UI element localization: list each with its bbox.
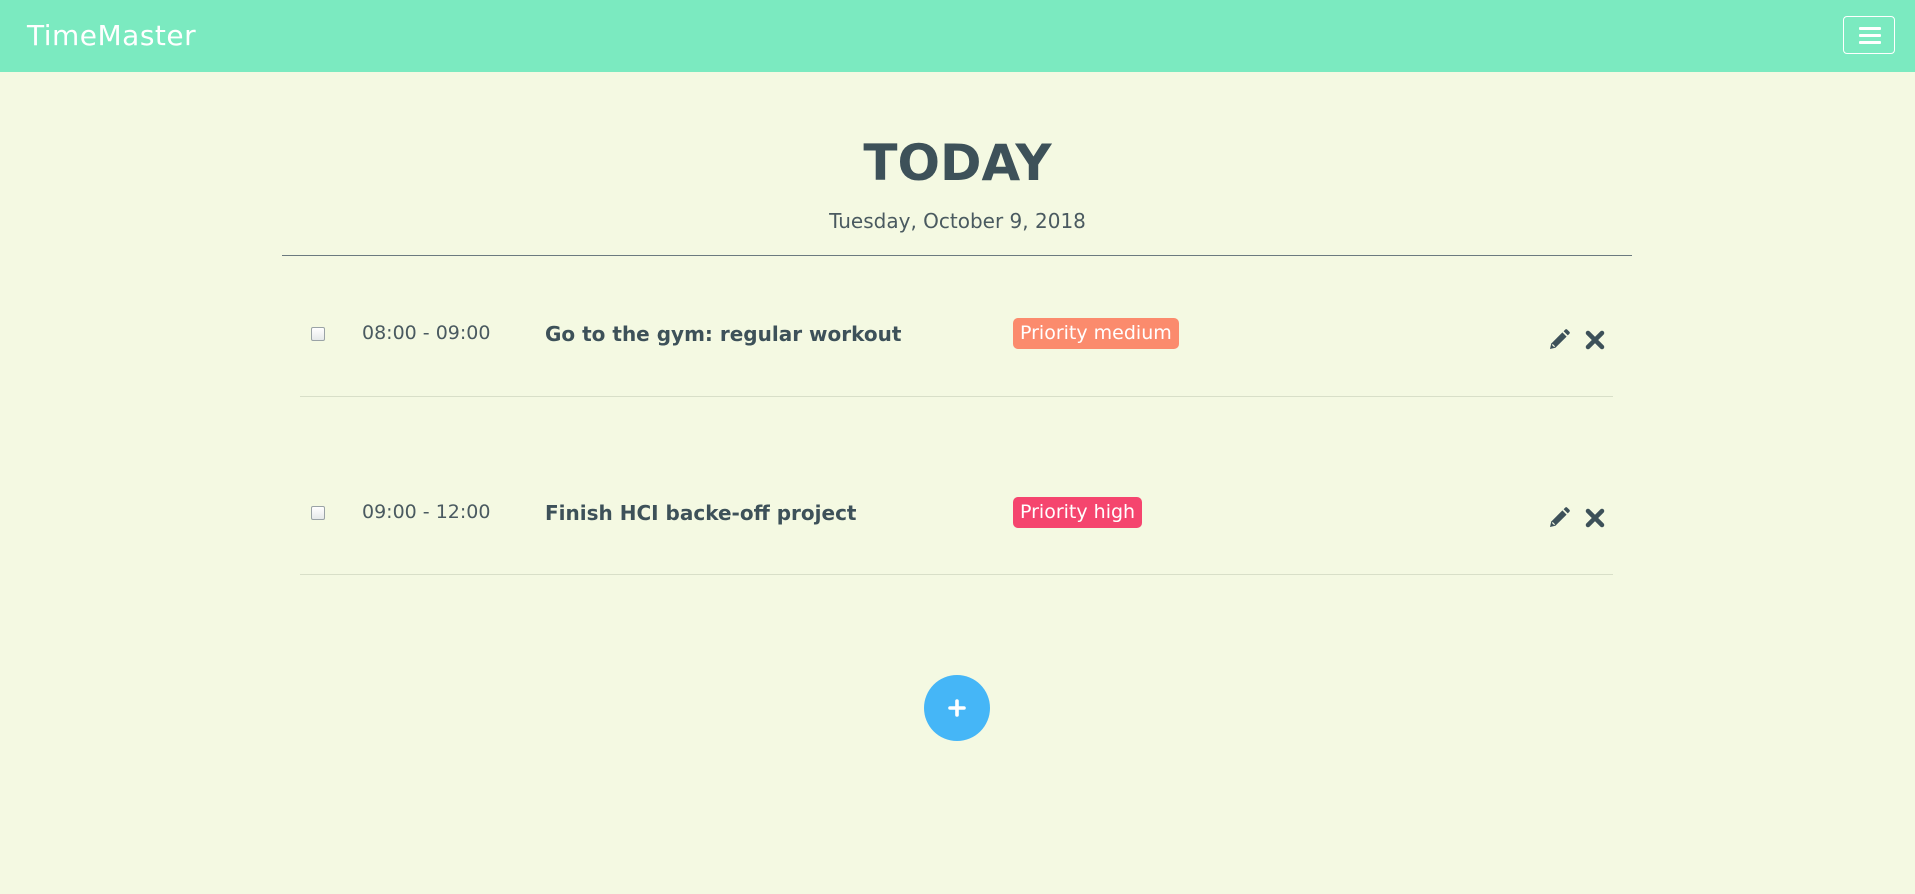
task-complete-checkbox[interactable] (311, 327, 325, 341)
delete-task-button[interactable] (1584, 507, 1610, 533)
delete-task-button[interactable] (1584, 329, 1610, 355)
add-task-button[interactable] (924, 675, 990, 741)
task-complete-checkbox[interactable] (311, 506, 325, 520)
priority-badge: Priority medium (1013, 318, 1179, 349)
menu-toggle-button[interactable] (1843, 16, 1895, 54)
task-time: 09:00 - 12:00 (362, 501, 491, 523)
task-time: 08:00 - 09:00 (362, 322, 491, 344)
pencil-icon (1547, 328, 1573, 352)
close-icon (1584, 329, 1610, 351)
task-divider (300, 574, 1613, 575)
priority-badge: Priority high (1013, 497, 1143, 528)
task-name: Go to the gym: regular workout (545, 322, 902, 346)
task-divider (300, 396, 1613, 397)
task-name: Finish HCI backe-off project (545, 501, 857, 525)
edit-task-button[interactable] (1547, 506, 1573, 532)
pencil-icon (1547, 506, 1573, 530)
close-icon (1584, 507, 1610, 529)
page-title: TODAY (863, 134, 1052, 192)
header-divider (282, 255, 1632, 256)
current-date: Tuesday, October 9, 2018 (829, 209, 1086, 233)
top-navbar: TimeMaster (0, 0, 1915, 72)
brand-logo[interactable]: TimeMaster (27, 19, 196, 52)
task-item: 09:00 - 12:00 Finish HCI backe-off proje… (300, 0, 1613, 575)
edit-task-button[interactable] (1547, 328, 1573, 354)
